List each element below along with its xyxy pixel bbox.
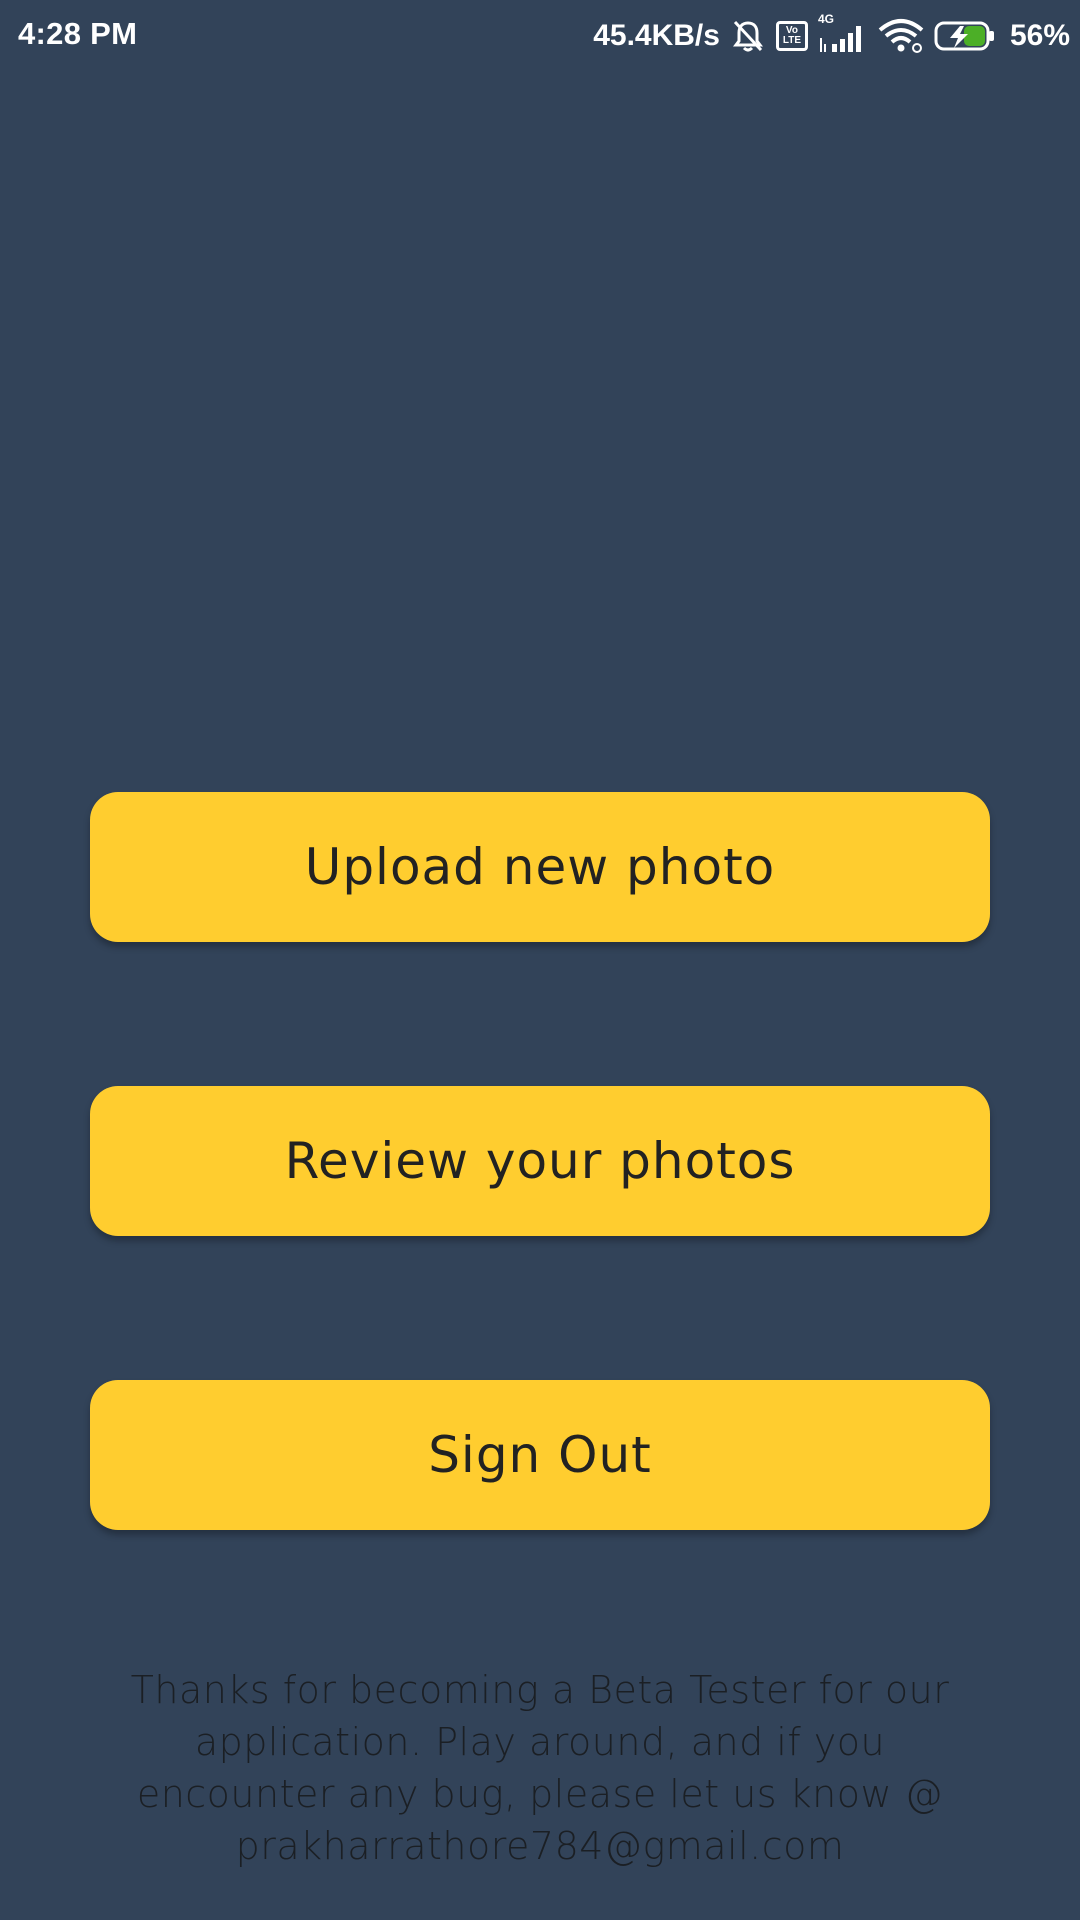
status-icons: 45.4KB/s Vo LTE 4G 56% xyxy=(593,12,1070,58)
sign-out-button[interactable]: Sign Out xyxy=(90,1380,990,1530)
volte-icon: Vo LTE xyxy=(775,21,808,51)
status-time: 4:28 PM xyxy=(18,16,138,51)
sign-out-label: Sign Out xyxy=(428,1426,652,1484)
beta-tester-message: Thanks for becoming a Beta Tester for ou… xyxy=(130,1668,950,1868)
upload-new-photo-label: Upload new photo xyxy=(304,838,776,896)
volte-bottom-label: LTE xyxy=(782,35,802,46)
status-bar: 4:28 PM 45.4KB/s Vo LTE 4G 56% xyxy=(0,0,1080,74)
wifi-icon xyxy=(878,18,924,54)
network-type-label: 4G xyxy=(817,12,834,26)
upload-new-photo-button[interactable]: Upload new photo xyxy=(90,792,990,942)
review-your-photos-label: Review your photos xyxy=(284,1132,796,1190)
review-your-photos-button[interactable]: Review your photos xyxy=(90,1086,990,1236)
battery-percent: 56% xyxy=(1009,19,1070,52)
signal-icon: 4G xyxy=(818,12,868,54)
mute-icon xyxy=(730,18,766,54)
battery-charging-icon xyxy=(934,19,996,53)
network-speed: 45.4KB/s xyxy=(593,19,720,52)
